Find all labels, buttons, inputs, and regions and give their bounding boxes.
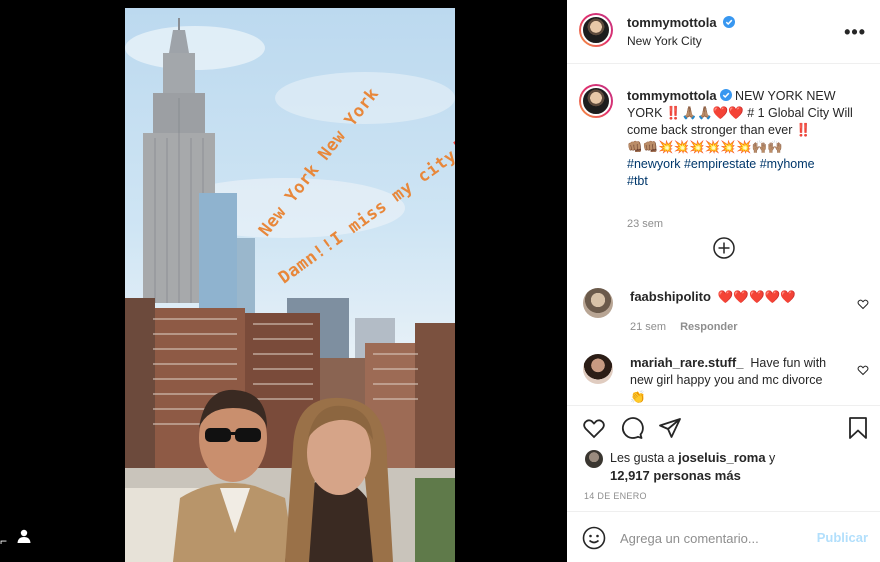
hashtag-newyork[interactable]: #newyork <box>627 157 681 171</box>
add-comment-bar: Publicar <box>567 511 880 562</box>
likes-count[interactable]: 12,917 personas más <box>610 468 741 483</box>
comment-icon[interactable] <box>620 416 644 440</box>
caption-timestamp[interactable]: 23 sem <box>627 218 663 230</box>
likes-summary: Les gusta a joseluis_roma y 12,917 perso… <box>610 449 860 485</box>
caption-text: tommymottola NEW YORK NEW YORK ‼️🙏🏽🙏🏽❤️❤… <box>627 87 857 190</box>
verified-badge-icon <box>719 89 732 101</box>
comment-item: mariah_rare.stuff_ Have fun with new gir… <box>579 354 869 405</box>
comment-timestamp[interactable]: 21 sem <box>630 321 666 333</box>
comment-text: mariah_rare.stuff_ Have fun with new gir… <box>630 354 840 405</box>
hashtag-myhome[interactable]: #myhome <box>760 157 815 171</box>
plus-circle-icon[interactable] <box>713 237 735 259</box>
post-photo[interactable]: New York New York Damn!!I miss my city‼️ <box>125 8 455 562</box>
heart-icon[interactable] <box>582 416 606 440</box>
author-username[interactable]: tommymottola <box>627 15 717 30</box>
caption-emojis: 👊🏽👊🏽💥💥💥💥💥💥🙌🏽🙌🏽 <box>627 140 783 154</box>
verified-badge-icon <box>723 16 736 28</box>
comments-scroll-area[interactable]: tommymottola NEW YORK NEW YORK ‼️🙏🏽🙏🏽❤️❤… <box>567 65 880 405</box>
comment-input[interactable] <box>620 527 810 549</box>
author-avatar[interactable] <box>579 13 613 47</box>
comment-like-heart-icon[interactable] <box>857 298 869 310</box>
more-options-icon[interactable]: ••• <box>844 22 866 43</box>
likes-prefix: Les gusta a <box>610 451 675 465</box>
comment-username[interactable]: mariah_rare.stuff_ <box>630 355 743 370</box>
comment-avatar[interactable] <box>583 354 613 384</box>
hashtag-tbt[interactable]: #tbt <box>627 174 648 188</box>
comment-item: faabshipolito ❤️❤️❤️❤️❤️ 21 sem Responder <box>579 288 869 348</box>
post-header: tommymottola New York City ••• <box>567 0 880 64</box>
comment-like-heart-icon[interactable] <box>857 364 869 376</box>
publish-button[interactable]: Publicar <box>817 530 868 545</box>
corner-marker: ⌐ <box>0 534 8 548</box>
comment-username[interactable]: faabshipolito <box>630 289 711 304</box>
author-row: tommymottola <box>627 15 736 30</box>
liker-username[interactable]: joseluis_roma <box>678 450 765 465</box>
caption-avatar[interactable] <box>579 84 613 118</box>
comment-body: ❤️❤️❤️❤️❤️ <box>717 290 796 304</box>
comment-text: faabshipolito ❤️❤️❤️❤️❤️ <box>630 288 840 306</box>
smile-icon[interactable] <box>582 526 606 550</box>
post-date[interactable]: 14 DE ENERO <box>584 491 647 501</box>
share-icon[interactable] <box>658 416 682 440</box>
instagram-post-modal: New York New York Damn!!I miss my city‼️… <box>0 0 880 562</box>
hashtag-empirestate[interactable]: #empirestate <box>684 157 756 171</box>
comment-avatar[interactable] <box>583 288 613 318</box>
post-sidebar: tommymottola New York City ••• tommymott… <box>567 0 880 562</box>
media-pane: New York New York Damn!!I miss my city‼️… <box>0 0 567 562</box>
likes-joiner: y <box>769 451 776 465</box>
comment-meta: 21 sem Responder <box>630 321 738 333</box>
bookmark-icon[interactable] <box>846 416 870 440</box>
user-tag-icon[interactable] <box>14 526 34 546</box>
post-location[interactable]: New York City <box>627 34 702 48</box>
caption-username[interactable]: tommymottola <box>627 88 717 103</box>
reply-button[interactable]: Responder <box>680 321 737 333</box>
liker-avatar[interactable] <box>585 450 603 468</box>
